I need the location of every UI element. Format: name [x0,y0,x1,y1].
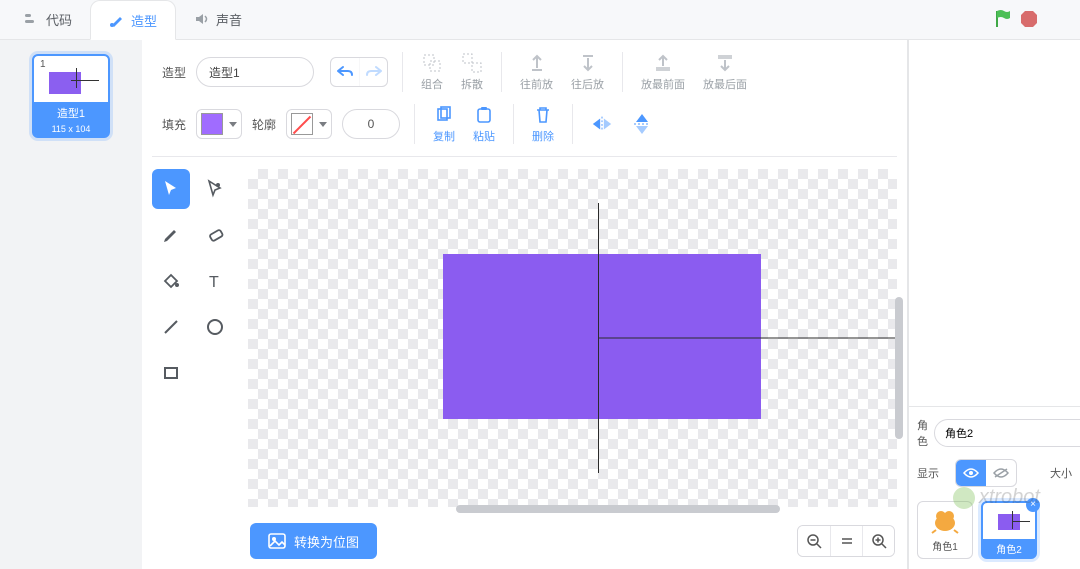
back-button[interactable]: 放最后面 [699,52,751,92]
costume-card[interactable]: 1 造型1 115 x 104 [32,54,110,138]
flip-v-icon [631,113,653,135]
eraser-tool[interactable] [196,215,234,255]
tab-sounds[interactable]: 声音 [176,0,260,39]
sound-icon [194,11,210,27]
sprite2-label: 角色2 [982,539,1036,558]
zoom-out-button[interactable] [798,526,830,556]
zoom-in-button[interactable] [862,526,894,556]
sprite-card-2[interactable]: × 角色2 [981,501,1037,559]
green-flag-icon[interactable] [992,8,1014,30]
outline-width-input[interactable] [342,109,400,139]
costume-list: 1 造型1 115 x 104 [0,40,142,569]
right-pane: 角色 显示 大小 角色1 [908,40,1080,569]
fill-label: 填充 [152,116,186,133]
tab-sounds-label: 声音 [216,10,242,29]
flip-vertical-button[interactable] [627,113,657,135]
circle-tool[interactable] [196,307,234,347]
front-button[interactable]: 放最前面 [637,52,689,92]
chevron-down-icon [319,122,327,127]
costume-dim: 115 x 104 [33,124,109,136]
ungroup-button[interactable]: 拆散 [457,52,487,92]
tab-costumes-label: 造型 [131,11,157,30]
arrow-up-icon [526,52,548,74]
outline-label: 轮廓 [252,116,276,133]
costume-thumb [43,68,99,98]
copy-icon [433,104,455,126]
sprite-card-1[interactable]: 角色1 [917,501,973,559]
close-icon[interactable]: × [1026,498,1040,512]
brush-icon [109,12,125,28]
fill-picker[interactable] [196,109,242,139]
paste-button[interactable]: 粘贴 [469,104,499,144]
code-icon [24,11,40,27]
arrow-down-icon [577,52,599,74]
flip-horizontal-button[interactable] [587,113,617,135]
text-tool[interactable]: T [196,261,234,301]
ungroup-icon [461,52,483,74]
outline-swatch-none [291,113,313,135]
purple-rect-shape[interactable] [443,254,761,420]
backward-button[interactable]: 往后放 [567,52,608,92]
tab-code-label: 代码 [46,10,72,29]
brush-tool[interactable] [152,215,190,255]
copy-button[interactable]: 复制 [429,104,459,144]
stage-preview[interactable] [909,40,1080,407]
fill-tool[interactable] [152,261,190,301]
tool-grid: T [152,169,234,507]
zoom-group [797,525,895,557]
stop-icon[interactable] [1020,10,1038,28]
tab-costumes[interactable]: 造型 [90,0,176,40]
trash-icon [532,104,554,126]
chevron-down-icon [229,122,237,127]
canvas[interactable] [248,169,897,507]
to-front-icon [652,52,674,74]
reshape-tool[interactable] [196,169,234,209]
flip-h-icon [591,113,613,135]
costume-name: 造型1 [33,102,109,124]
svg-text:T: T [209,274,219,291]
undo-button[interactable] [331,58,359,86]
size-label: 大小 [1050,465,1072,481]
delete-button[interactable]: 删除 [528,104,558,144]
vertical-scrollbar[interactable] [895,297,903,439]
show-label: 显示 [917,465,945,481]
costume-name-input[interactable] [196,57,314,87]
paste-icon [473,104,495,126]
line-tool[interactable] [152,307,190,347]
select-tool[interactable] [152,169,190,209]
zoom-reset-button[interactable] [830,526,862,556]
bitmap-icon [268,533,286,549]
to-back-icon [714,52,736,74]
show-visible-button[interactable] [956,460,986,486]
sprite-name-input[interactable] [934,419,1080,447]
show-hidden-button[interactable] [986,460,1016,486]
sprite1-label: 角色1 [918,536,972,553]
paint-editor: 造型 组合 拆散 [142,40,908,569]
sprite-label: 角色 [917,417,928,449]
group-button[interactable]: 组合 [417,52,447,92]
center-marker-horizontal [598,338,897,339]
group-icon [421,52,443,74]
forward-button[interactable]: 往前放 [516,52,557,92]
tabbar: 代码 造型 声音 [0,0,1080,40]
costume-label: 造型 [152,64,186,81]
outline-picker[interactable] [286,109,332,139]
horizontal-scrollbar[interactable] [456,505,781,513]
redo-button[interactable] [359,58,387,86]
convert-label: 转换为位图 [294,532,359,551]
cat-icon [918,506,972,536]
sprite2-thumb [983,507,1035,537]
convert-to-bitmap-button[interactable]: 转换为位图 [250,523,377,559]
tab-code[interactable]: 代码 [6,0,90,39]
fill-swatch [201,113,223,135]
rect-tool[interactable] [152,353,190,393]
